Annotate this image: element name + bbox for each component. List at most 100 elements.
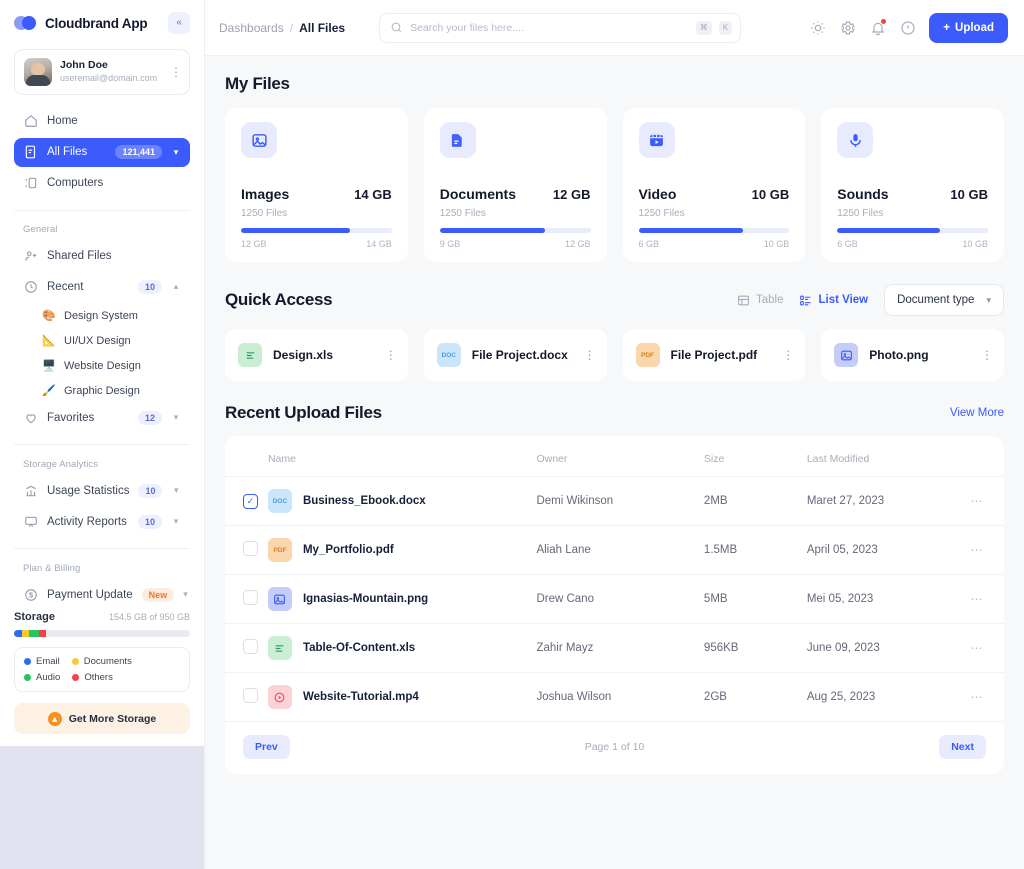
storage-card-documents[interactable]: Documents 12 GB 1250 Files 9 GB 12 GB: [423, 108, 607, 262]
view-toggle-table[interactable]: Table: [737, 294, 783, 307]
quick-access-item-menu[interactable]: ⋮: [385, 349, 397, 361]
sidebar-item-payment-update[interactable]: Payment Update New ▾: [14, 580, 190, 609]
chevron-down-icon[interactable]: ▾: [183, 589, 188, 600]
sidebar-subitem-ui-ux-design[interactable]: 📐 UI/UX Design: [14, 328, 190, 353]
view-toggle-list[interactable]: List View: [799, 294, 868, 307]
kebab-horizontal-icon[interactable]: ⋯: [971, 641, 985, 655]
sidebar-item-shared-files[interactable]: Shared Files: [14, 241, 190, 270]
breadcrumb-current: All Files: [299, 20, 346, 35]
kebab-horizontal-icon[interactable]: ⋯: [971, 592, 985, 606]
row-file-name: Ignasias-Mountain.png: [302, 593, 429, 605]
row-owner: Demi Wikinson: [536, 476, 704, 526]
user-menu-button[interactable]: ⋮: [170, 66, 182, 78]
row-last-modified: April 05, 2023: [806, 525, 965, 575]
sidebar-item-recent[interactable]: Recent 10 ▴: [14, 272, 190, 301]
sidebar: Cloudbrand App « John Doe useremail@doma…: [0, 0, 205, 869]
microphone-icon: [837, 122, 874, 158]
quick-access-item-menu[interactable]: ⋮: [782, 349, 794, 361]
card-file-count: 1250 Files: [241, 208, 288, 219]
card-total: 14 GB: [366, 239, 392, 249]
chevron-down-icon[interactable]: ▾: [171, 516, 181, 527]
table-row[interactable]: Ignasias-Mountain.png Drew Cano 5MB Mei …: [225, 574, 1004, 624]
row-checkbox[interactable]: [243, 688, 258, 703]
user-card[interactable]: John Doe useremail@domain.com ⋮: [14, 48, 190, 95]
table-row[interactable]: ✓ DOC Business_Ebook.docx Demi Wikinson …: [225, 476, 1004, 526]
sidebar-footer-panel: [0, 746, 204, 869]
sidebar-item-label: Shared Files: [47, 249, 112, 262]
search-bar[interactable]: ⌘ K: [379, 12, 742, 43]
card-footer: 12 GB 14 GB: [241, 239, 392, 249]
row-checkbox[interactable]: [243, 541, 258, 556]
avatar: [24, 57, 52, 86]
breadcrumb: Dashboards / All Files: [219, 21, 345, 35]
main-area: Dashboards / All Files ⌘ K + Upload: [205, 0, 1024, 869]
card-size: 10 GB: [751, 187, 790, 202]
upload-button[interactable]: + Upload: [929, 12, 1008, 43]
chevron-up-icon[interactable]: ▴: [171, 281, 181, 292]
card-title: Documents: [439, 186, 516, 202]
app-root: Cloudbrand App « John Doe useremail@doma…: [0, 0, 1024, 869]
get-more-storage-button[interactable]: ▲ Get More Storage: [14, 703, 190, 735]
prev-page-button[interactable]: Prev: [243, 735, 290, 759]
card-title: Images: [241, 186, 290, 202]
gear-icon[interactable]: [839, 19, 856, 36]
table-row[interactable]: Website-Tutorial.mp4 Joshua Wilson 2GB A…: [225, 672, 1004, 721]
row-file-name: Website-Tutorial.mp4: [302, 691, 419, 703]
sidebar-item-favorites[interactable]: Favorites 12 ▾: [14, 403, 190, 432]
search-input[interactable]: [410, 21, 689, 34]
help-circle-icon[interactable]: [899, 19, 916, 36]
document-type-select[interactable]: Document type ▾: [884, 284, 1004, 316]
image-icon: [834, 343, 859, 367]
breadcrumb-separator: /: [289, 20, 294, 35]
quick-access-item[interactable]: Photo.png ⋮: [821, 329, 1004, 381]
quick-access-item-menu[interactable]: ⋮: [584, 349, 596, 361]
card-row: Sounds 10 GB: [837, 186, 988, 202]
arrow-up-circle-icon: ▲: [47, 711, 62, 726]
table-body: ✓ DOC Business_Ebook.docx Demi Wikinson …: [225, 476, 1004, 721]
table-row[interactable]: PDF My_Portfolio.pdf Aliah Lane 1.5MB Ap…: [225, 525, 1004, 575]
storage-card-images[interactable]: Images 14 GB 1250 Files 12 GB 14 GB: [225, 108, 408, 262]
topbar: Dashboards / All Files ⌘ K + Upload: [205, 0, 1024, 56]
kebab-horizontal-icon[interactable]: ⋯: [971, 690, 985, 704]
storage-segment-audio: [29, 630, 39, 638]
chevron-down-icon[interactable]: ▾: [171, 147, 181, 158]
table-row[interactable]: Table-Of-Content.xls Zahir Mayz 956KB Ju…: [225, 623, 1004, 673]
sidebar-subitem-graphic-design[interactable]: 🖌️ Graphic Design: [14, 378, 190, 403]
storage-card-sounds[interactable]: Sounds 10 GB 1250 Files 6 GB 10 GB: [821, 108, 1004, 262]
row-checkbox[interactable]: [243, 639, 258, 654]
bell-icon[interactable]: [869, 18, 888, 36]
breadcrumb-root[interactable]: Dashboards: [219, 21, 284, 35]
chevron-down-icon[interactable]: ▾: [171, 485, 181, 496]
sidebar-item-home[interactable]: Home: [14, 107, 190, 136]
page-info: Page 1 of 10: [584, 741, 645, 753]
next-page-button[interactable]: Next: [939, 735, 986, 759]
kebab-horizontal-icon[interactable]: ⋯: [971, 543, 985, 557]
row-name-cell: PDF My_Portfolio.pdf: [267, 525, 537, 575]
view-more-link[interactable]: View More: [950, 407, 1004, 419]
sidebar-item-activity-reports[interactable]: Activity Reports 10 ▾: [14, 507, 190, 536]
storage-widget: Storage 154,5 GB of 950 GB Email Documen…: [14, 611, 190, 746]
brand: Cloudbrand App «: [0, 0, 204, 47]
storage-title: Storage: [14, 611, 55, 624]
video-play-icon: [267, 685, 292, 709]
row-checkbox[interactable]: ✓: [243, 493, 258, 509]
sidebar-collapse-button[interactable]: «: [168, 12, 190, 35]
recent-count-badge: 10: [137, 279, 162, 294]
sidebar-subitem-website-design[interactable]: 🖥️ Website Design: [14, 353, 190, 378]
quick-access-item[interactable]: DOC File Project.docx ⋮: [423, 329, 607, 381]
storage-card-video[interactable]: Video 10 GB 1250 Files 6 GB 10 GB: [622, 108, 806, 262]
chevron-down-icon[interactable]: ▾: [171, 412, 181, 423]
sidebar-subitem-design-system[interactable]: 🎨 Design System: [14, 303, 190, 328]
sidebar-item-usage-statistics[interactable]: Usage Statistics 10 ▾: [14, 476, 190, 505]
sidebar-item-computers[interactable]: Computers: [14, 169, 190, 198]
upload-button-label: Upload: [955, 21, 994, 34]
sun-icon[interactable]: [809, 19, 826, 36]
row-last-modified: Maret 27, 2023: [806, 476, 965, 526]
quick-access-item-menu[interactable]: ⋮: [981, 349, 993, 361]
row-checkbox[interactable]: [243, 590, 258, 605]
quick-access-item[interactable]: Design.xls ⋮: [225, 329, 408, 381]
quick-access-item[interactable]: PDF File Project.pdf ⋮: [622, 329, 806, 381]
kebab-horizontal-icon[interactable]: ⋯: [971, 494, 985, 508]
row-select-cell: [225, 525, 268, 575]
sidebar-item-all-files[interactable]: All Files 121,441 ▾: [14, 137, 190, 167]
